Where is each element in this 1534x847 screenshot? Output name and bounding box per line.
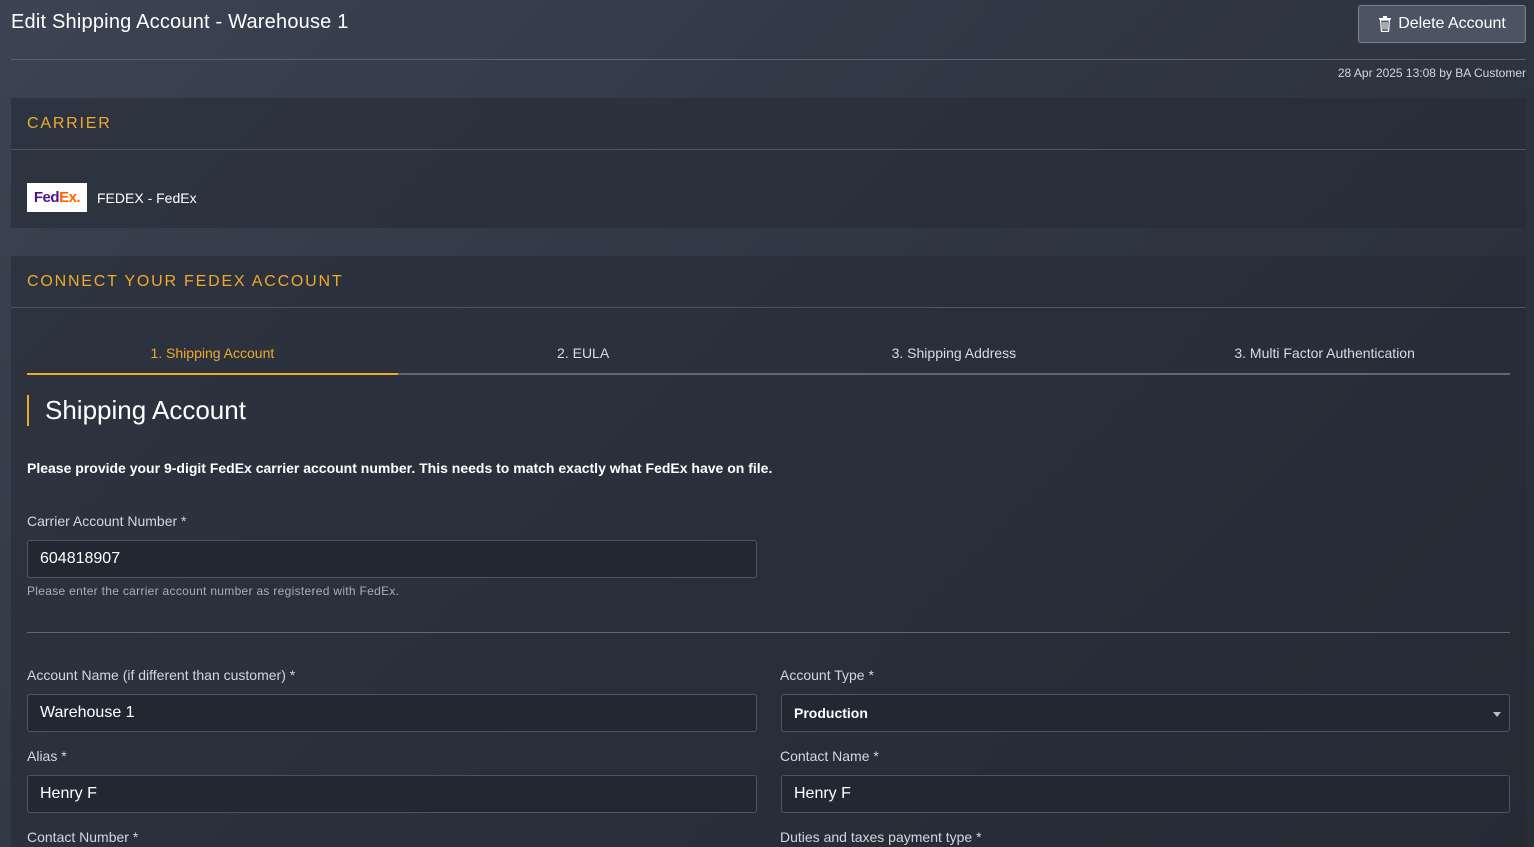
account-name-input[interactable]: Warehouse 1	[27, 694, 757, 732]
alias-label: Alias *	[27, 748, 67, 764]
account-name-value: Warehouse 1	[40, 704, 135, 721]
last-modified-timestamp: 28 Apr 2025 13:08 by BA Customer	[1337, 66, 1526, 80]
connect-heading: CONNECT YOUR FEDEX ACCOUNT	[11, 256, 1526, 308]
step-tabs: 1. Shipping Account 2. EULA 3. Shipping …	[27, 333, 1510, 375]
tab-multi-factor-authentication[interactable]: 3. Multi Factor Authentication	[1139, 333, 1510, 373]
contact-name-label: Contact Name *	[780, 748, 879, 764]
page-title: Edit Shipping Account - Warehouse 1	[11, 11, 349, 33]
tab-shipping-account[interactable]: 1. Shipping Account	[27, 333, 398, 375]
fedex-logo: Fed Ex.	[27, 183, 87, 212]
delete-account-button[interactable]: Delete Account	[1358, 5, 1526, 43]
connect-account-panel: CONNECT YOUR FEDEX ACCOUNT 1. Shipping A…	[11, 256, 1526, 847]
trash-icon	[1379, 16, 1392, 32]
section-title: Shipping Account	[27, 395, 246, 426]
contact-number-label: Contact Number *	[27, 829, 139, 845]
header-divider	[11, 59, 1526, 60]
carrier-account-number-input[interactable]: 604818907	[27, 540, 757, 578]
tab-shipping-address[interactable]: 3. Shipping Address	[769, 333, 1140, 373]
duties-taxes-label: Duties and taxes payment type *	[780, 829, 982, 845]
carrier-name: FEDEX - FedEx	[97, 189, 197, 206]
contact-name-value: Henry F	[794, 785, 851, 802]
chevron-down-icon	[1493, 712, 1501, 717]
carrier-heading: CARRIER	[11, 98, 1526, 150]
carrier-panel: CARRIER Fed Ex. FEDEX - FedEx	[11, 98, 1526, 228]
account-type-select[interactable]: Production	[781, 694, 1510, 732]
account-name-label: Account Name (if different than customer…	[27, 667, 296, 683]
account-type-value: Production	[794, 705, 868, 721]
carrier-account-number-help: Please enter the carrier account number …	[27, 584, 400, 598]
alias-value: Henry F	[40, 785, 97, 802]
carrier-row: Fed Ex. FEDEX - FedEx	[27, 183, 197, 212]
carrier-account-number-value: 604818907	[40, 550, 121, 567]
contact-name-input[interactable]: Henry F	[781, 775, 1510, 813]
delete-account-label: Delete Account	[1398, 15, 1506, 32]
instructions-text: Please provide your 9-digit FedEx carrie…	[27, 460, 773, 476]
alias-input[interactable]: Henry F	[27, 775, 757, 813]
tab-eula[interactable]: 2. EULA	[398, 333, 769, 373]
account-type-label: Account Type *	[780, 667, 874, 683]
form-divider	[27, 632, 1510, 633]
carrier-account-number-label: Carrier Account Number *	[27, 513, 187, 529]
